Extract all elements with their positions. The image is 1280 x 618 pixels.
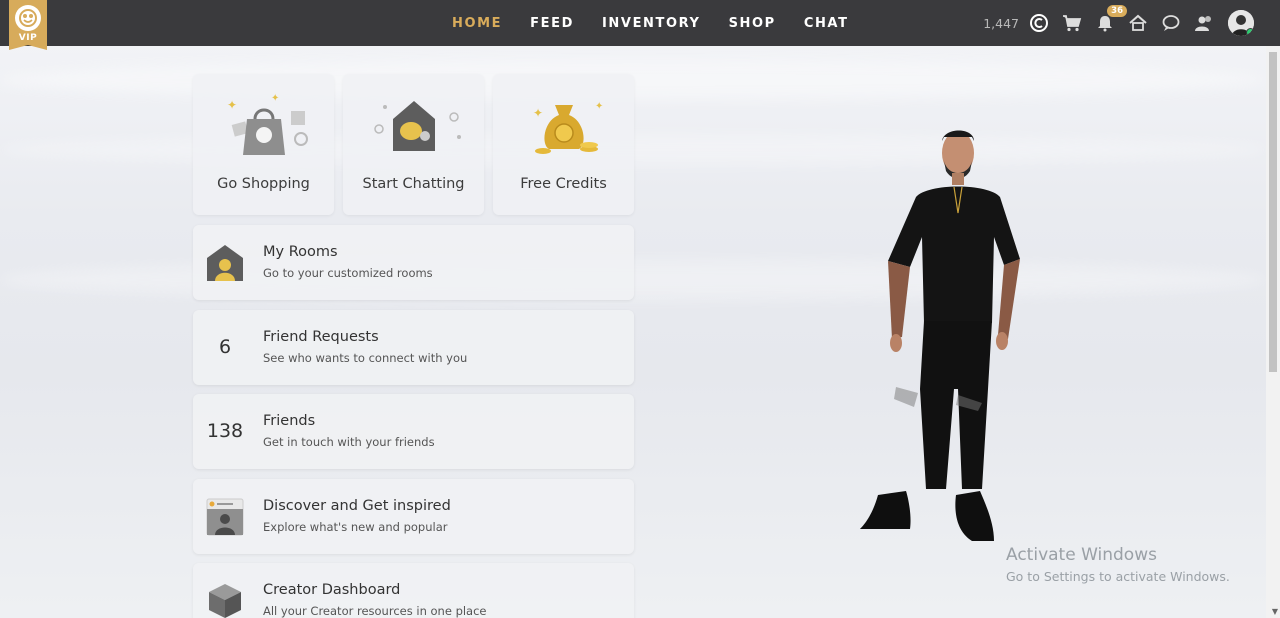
scrollbar-thumb[interactable] [1269, 52, 1277, 372]
activate-windows-title: Activate Windows [1006, 545, 1157, 565]
online-status-dot [1246, 28, 1254, 36]
avatar[interactable] [1228, 10, 1254, 36]
card-subtitle: Explore what's new and popular [263, 520, 448, 534]
main-nav: HOME FEED INVENTORY SHOP CHAT [452, 0, 877, 46]
header-tools: 1,447 36 [983, 0, 1254, 46]
friend-requests-count: 6 [218, 336, 232, 358]
notification-count-badge: 36 [1107, 5, 1127, 17]
card-title: Friends [263, 413, 316, 429]
shopping-bag-icon: ✦ ✦ [204, 84, 324, 164]
card-subtitle: Get in touch with your friends [263, 435, 435, 449]
chat-bubble-icon[interactable] [1159, 11, 1183, 35]
card-title: Friend Requests [263, 329, 379, 345]
friends-icon[interactable] [1192, 11, 1216, 35]
nav-home[interactable]: HOME [452, 16, 502, 31]
vip-badge[interactable]: VIP [9, 0, 47, 50]
scroll-down-arrow-icon[interactable]: ▼ [1272, 607, 1278, 616]
tile-label: Start Chatting [362, 176, 465, 192]
svg-text:✦: ✦ [595, 101, 603, 112]
tile-label: Go Shopping [217, 176, 310, 192]
credits-balance[interactable]: 1,447 [983, 16, 1019, 31]
card-my-rooms[interactable]: My Rooms Go to your customized rooms [193, 225, 634, 300]
home-icon[interactable] [1126, 11, 1150, 35]
card-creator-dashboard[interactable]: Creator Dashboard All your Creator resou… [193, 563, 634, 618]
credit-coin-icon[interactable] [1027, 11, 1051, 35]
card-subtitle: All your Creator resources in one place [263, 604, 487, 618]
card-friend-requests[interactable]: 6 Friend Requests See who wants to conne… [193, 310, 634, 385]
nav-shop[interactable]: SHOP [729, 16, 776, 31]
card-friends[interactable]: 138 Friends Get in touch with your frien… [193, 394, 634, 469]
nav-chat[interactable]: CHAT [804, 16, 849, 31]
bell-icon[interactable]: 36 [1093, 5, 1127, 35]
imvu-logo-icon [15, 5, 41, 31]
vip-label: VIP [18, 33, 38, 43]
cart-icon[interactable] [1060, 11, 1084, 35]
nav-inventory[interactable]: INVENTORY [602, 16, 701, 31]
activate-windows-subtitle: Go to Settings to activate Windows. [1006, 569, 1230, 584]
card-subtitle: See who wants to connect with you [263, 351, 468, 365]
top-navigation-bar: VIP HOME FEED INVENTORY SHOP CHAT 1,447 … [0, 0, 1280, 50]
svg-text:✦: ✦ [227, 98, 237, 112]
cube-icon [205, 582, 245, 618]
money-bag-icon: ✦ ✦ [504, 84, 624, 164]
card-title: Discover and Get inspired [263, 498, 451, 514]
card-title: Creator Dashboard [263, 582, 401, 598]
tile-start-chatting[interactable]: Start Chatting [343, 74, 484, 215]
room-icon [205, 244, 245, 282]
tile-free-credits[interactable]: ✦ ✦ Free Credits [493, 74, 634, 215]
tile-label: Free Credits [520, 176, 607, 192]
card-subtitle: Go to your customized rooms [263, 266, 433, 280]
tile-go-shopping[interactable]: ✦ ✦ Go Shopping [193, 74, 334, 215]
card-discover[interactable]: Discover and Get inspired Explore what's… [193, 479, 634, 554]
friends-count: 138 [206, 420, 244, 442]
avatar-3d-figure[interactable] [858, 127, 1028, 547]
chat-room-icon [354, 84, 474, 164]
svg-text:✦: ✦ [533, 106, 543, 120]
discover-icon [205, 498, 245, 536]
svg-text:✦: ✦ [271, 93, 279, 104]
card-title: My Rooms [263, 244, 338, 260]
nav-feed[interactable]: FEED [530, 16, 574, 31]
